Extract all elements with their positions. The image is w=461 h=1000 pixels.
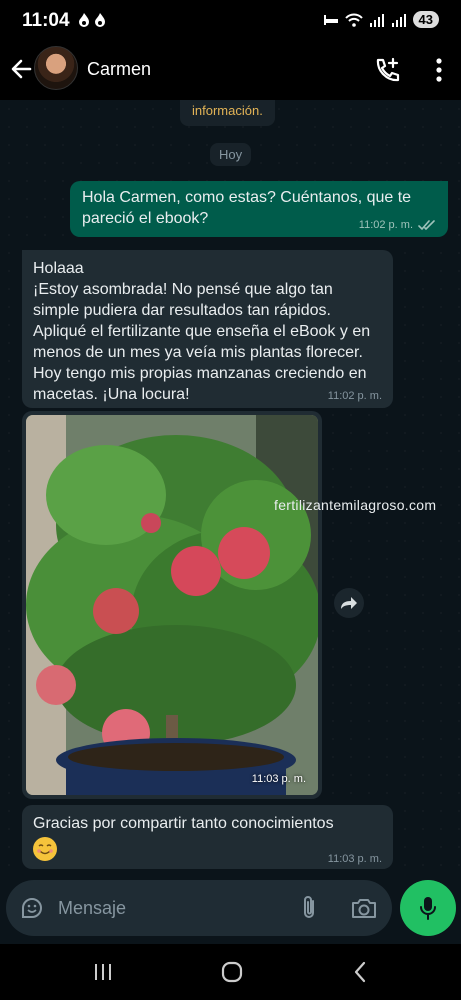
forward-button[interactable] xyxy=(334,588,364,618)
message-time: 11:03 p. m. xyxy=(327,853,382,865)
message-time: 11:02 p. m. xyxy=(358,219,413,231)
smiling-face-emoji xyxy=(33,837,57,861)
add-call-icon[interactable] xyxy=(373,56,401,84)
avatar[interactable] xyxy=(34,46,78,90)
paperclip-icon[interactable] xyxy=(298,894,320,922)
message-text: Holaaa ¡Estoy asombrada! No pensé que al… xyxy=(33,260,371,403)
signal-icon-2 xyxy=(391,13,406,27)
status-bar: 11:04 43 xyxy=(0,0,461,40)
chat-header: Carmen xyxy=(0,40,461,100)
arrow-left-icon[interactable] xyxy=(8,54,34,84)
message-input[interactable]: Mensaje xyxy=(58,898,126,919)
recent-apps-icon[interactable] xyxy=(92,962,114,982)
mic-button[interactable] xyxy=(400,880,456,936)
double-check-icon xyxy=(418,219,435,230)
status-indicators: 43 xyxy=(323,11,439,28)
forward-icon xyxy=(341,597,357,609)
home-icon[interactable] xyxy=(220,960,244,984)
message-meta: 11:02 p. m. xyxy=(359,219,436,231)
camera-icon[interactable] xyxy=(350,896,378,920)
signal-icon xyxy=(369,13,384,27)
sticker-icon[interactable] xyxy=(20,896,44,920)
watermark-text: fertilizantemilagroso.com xyxy=(274,497,437,513)
chat-area[interactable]: información. Hoy Hola Carmen, como estas… xyxy=(0,100,461,880)
status-time: 11:04 xyxy=(22,10,70,31)
incoming-image-message[interactable]: 11:03 p. m. xyxy=(22,411,322,799)
system-message-text: información. xyxy=(192,103,263,118)
incoming-message[interactable]: Gracias por compartir tanto conocimiento… xyxy=(22,805,393,869)
incoming-message[interactable]: Holaaa ¡Estoy asombrada! No pensé que al… xyxy=(22,250,393,408)
system-nav-bar xyxy=(0,944,461,1000)
day-separator: Hoy xyxy=(210,143,252,166)
sleep-mode-icon xyxy=(323,14,338,25)
message-time: 11:02 p. m. xyxy=(327,390,382,402)
flame-icon xyxy=(79,13,105,27)
mic-icon xyxy=(420,897,436,920)
system-message: información. xyxy=(180,100,275,126)
message-input-bar[interactable]: Mensaje xyxy=(6,880,392,936)
battery-badge: 43 xyxy=(412,11,439,28)
apple-tree-image xyxy=(26,415,318,795)
notification-icons xyxy=(78,12,108,31)
apple-tree-photo[interactable]: 11:03 p. m. xyxy=(26,415,318,795)
wifi-icon xyxy=(344,13,363,27)
more-vert-icon[interactable] xyxy=(435,57,443,83)
message-time: 11:03 p. m. xyxy=(251,773,306,785)
message-text: Gracias por compartir tanto conocimiento… xyxy=(33,815,334,832)
outgoing-message[interactable]: Hola Carmen, como estas? Cuéntanos, que … xyxy=(70,181,448,237)
nav-back-icon[interactable] xyxy=(352,960,368,984)
contact-name[interactable]: Carmen xyxy=(87,59,151,80)
